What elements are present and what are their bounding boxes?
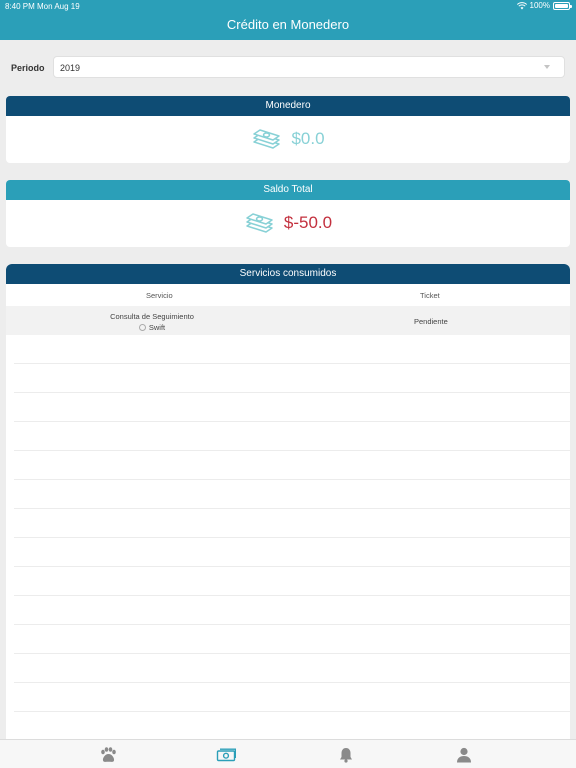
empty-row [14,509,570,538]
empty-row [14,364,570,393]
total-card: Saldo Total $-50.0 [6,180,570,247]
wallet-amount: $0.0 [291,129,325,148]
total-title: Saldo Total [6,180,570,200]
status-right: 100% [516,1,572,10]
services-title: Servicios consumidos [6,264,570,284]
pet-line: Swift [6,322,298,333]
user-icon [457,747,471,763]
battery-percent: 100% [529,1,550,10]
wallet-title: Monedero [6,96,570,116]
total-amount: $-50.0 [283,213,333,232]
empty-row [14,538,570,567]
money-icon [216,748,236,762]
battery-icon [553,1,572,10]
pet-icon [138,324,146,331]
empty-row [14,625,570,654]
wallet-amount-row: $0.0 [6,116,570,162]
empty-row [14,683,570,712]
tab-pets[interactable] [98,745,118,765]
empty-row [14,712,570,739]
tab-notifications[interactable] [336,745,356,765]
column-header-ticket: Ticket [420,291,440,300]
empty-row [14,654,570,683]
paw-icon [101,747,116,762]
ticket-status: Pendiente [414,317,448,326]
pet-name: Swift [148,323,166,332]
table-header: Servicio Ticket [6,284,570,306]
status-time: 8:40 PM [5,2,35,11]
wallet-card: Monedero $0.0 [6,96,570,163]
total-amount-row: $-50.0 [6,200,570,246]
nav-bar: Crédito en Monedero [0,12,576,40]
bell-icon [340,748,352,763]
money-icon [246,213,273,233]
status-bar: 8:40 PM Mon Aug 19 100% [0,0,576,12]
empty-row [14,393,570,422]
empty-rows [14,335,570,739]
status-date: Mon Aug 19 [37,2,80,11]
chevron-down-icon [544,65,550,69]
service-cell: Consulta de Seguimiento Swift [6,311,298,333]
period-label: Periodo [11,63,45,73]
empty-row [14,480,570,509]
services-card: Servicios consumidos Servicio Ticket Con… [6,264,570,739]
period-select[interactable]: 2019 [53,56,565,78]
page-title: Crédito en Monedero [226,17,350,32]
empty-row [14,596,570,625]
service-name: Consulta de Seguimiento [110,312,194,321]
period-value: 2019 [60,63,81,73]
period-row: Periodo 2019 [0,50,576,86]
tab-bar [0,739,576,768]
money-icon [253,129,281,149]
tab-profile[interactable] [454,745,474,765]
empty-row [14,451,570,480]
table-row[interactable]: Consulta de Seguimiento Swift Pendiente [6,306,570,335]
tab-wallet[interactable] [216,745,236,765]
column-header-service: Servicio [146,291,173,300]
empty-row [14,335,570,364]
empty-row [14,422,570,451]
empty-row [14,567,570,596]
wifi-icon [516,1,527,9]
